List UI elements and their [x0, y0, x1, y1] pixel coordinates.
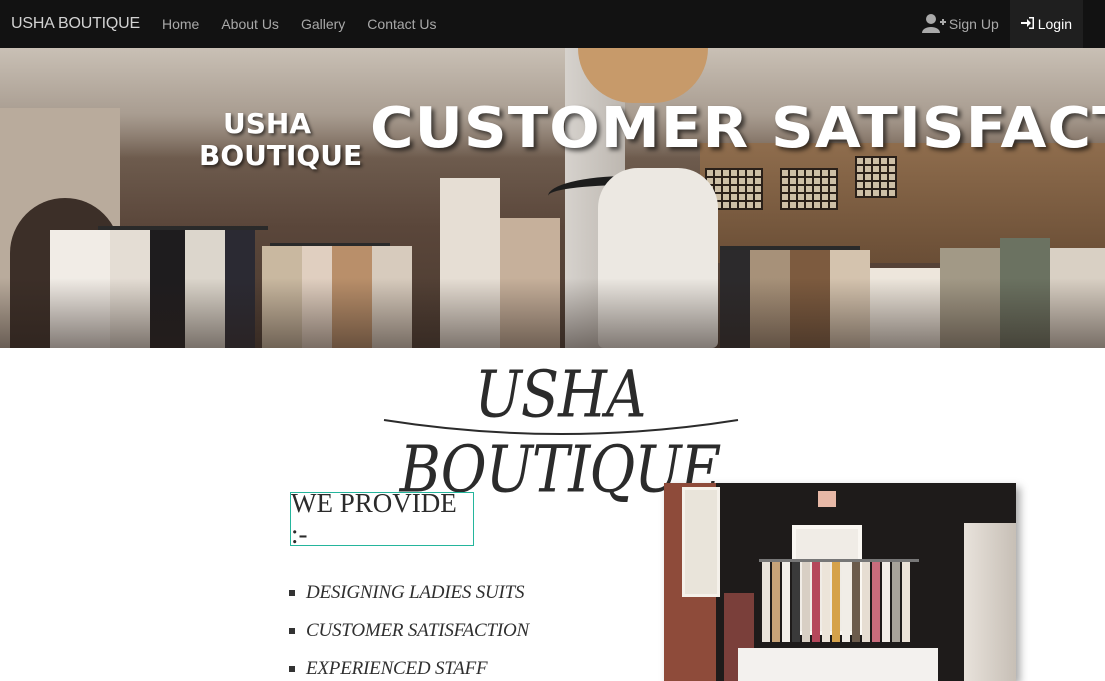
login-button[interactable]: Login — [1009, 0, 1083, 48]
feature-text: EXPERIENCED STAFF — [306, 658, 488, 679]
hero-brand: USHA BOUTIQUE — [199, 107, 363, 172]
feature-list: DESIGNING LADIES SUITS CUSTOMER SATISFAC… — [289, 574, 529, 681]
navbar: USHA BOUTIQUE Home About Us Gallery Cont… — [0, 0, 1105, 48]
boutique-photo — [664, 483, 1016, 681]
hero-brand-line2: BOUTIQUE — [199, 139, 363, 172]
login-label: Login — [1037, 16, 1072, 32]
signup-link[interactable]: Sign Up — [911, 0, 1010, 48]
feature-text: DESIGNING LADIES SUITS — [306, 582, 525, 603]
nav-gallery[interactable]: Gallery — [301, 16, 345, 32]
bullet-icon — [289, 590, 295, 596]
user-plus-icon — [921, 13, 949, 36]
brand-link[interactable]: USHA BOUTIQUE — [11, 15, 140, 33]
list-item: CUSTOMER SATISFACTION — [289, 612, 529, 650]
hero-banner: USHA BOUTIQUE CUSTOMER SATISFACTION — [0, 48, 1105, 348]
nav-home[interactable]: Home — [162, 16, 199, 32]
nav-about-us[interactable]: About Us — [221, 16, 279, 32]
bullet-icon — [289, 628, 295, 634]
nav-contact-us[interactable]: Contact Us — [367, 16, 436, 32]
bullet-icon — [289, 666, 295, 672]
signup-label: Sign Up — [948, 16, 999, 32]
list-item: DESIGNING LADIES SUITS — [289, 574, 529, 612]
hero-brand-line1: USHA — [222, 107, 311, 140]
sign-in-icon — [1020, 16, 1038, 33]
nav-right: Sign Up Login — [911, 0, 1083, 48]
provide-heading-text: WE PROVIDE :- — [291, 488, 457, 549]
hero-headline: CUSTOMER SATISFACTION — [370, 96, 1105, 161]
provide-heading: WE PROVIDE :- — [290, 488, 474, 549]
feature-text: CUSTOMER SATISFACTION — [306, 620, 529, 641]
list-item: EXPERIENCED STAFF — [289, 650, 529, 681]
title-underline — [383, 419, 739, 435]
